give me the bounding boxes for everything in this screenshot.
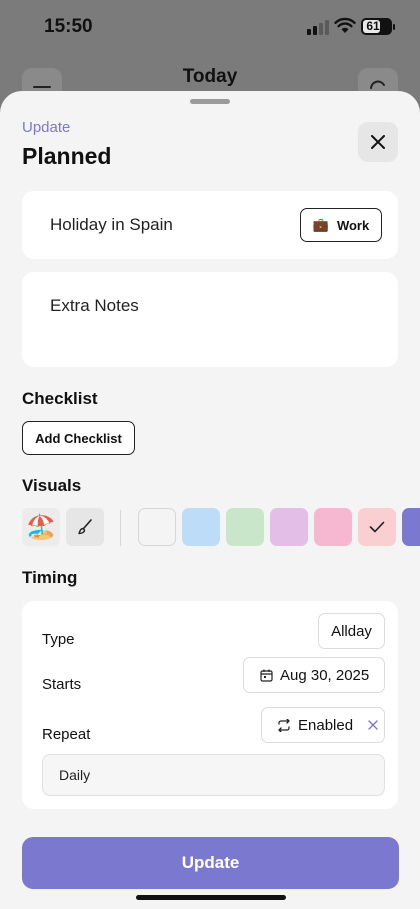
notes-card[interactable]: Extra Notes — [22, 272, 398, 367]
type-selector[interactable]: Allday — [318, 613, 385, 649]
cellular-signal-icon — [307, 19, 329, 35]
checkmark-icon — [369, 521, 385, 533]
emoji-picker-button[interactable]: 🏖️ — [22, 508, 60, 546]
notes-field[interactable]: Extra Notes — [50, 296, 139, 316]
update-sheet: Update Planned Holiday in Spain 💼 Work E… — [0, 91, 420, 909]
color-swatch[interactable] — [402, 508, 420, 546]
repeat-frequency-selector[interactable]: Daily — [42, 754, 385, 796]
color-swatch[interactable] — [314, 508, 352, 546]
battery-icon: 61 — [361, 18, 395, 35]
home-indicator — [136, 895, 286, 900]
category-tag-label: Work — [336, 217, 370, 233]
repeat-frequency-value: Daily — [59, 767, 91, 783]
sheet-kicker: Update — [22, 119, 71, 136]
color-swatch[interactable] — [226, 508, 264, 546]
visuals-row: 🏖️ — [22, 508, 420, 548]
sheet-grabber[interactable] — [190, 99, 230, 104]
checklist-heading: Checklist — [22, 389, 98, 408]
add-checklist-button[interactable]: Add Checklist — [22, 421, 135, 455]
color-swatch[interactable] — [182, 508, 220, 546]
visuals-divider — [120, 510, 121, 546]
repeat-icon — [278, 718, 290, 732]
timing-card: Type Allday Starts Aug 30, 2025 Repeat E… — [22, 601, 398, 809]
color-swatch[interactable] — [358, 508, 396, 546]
color-swatch[interactable] — [270, 508, 308, 546]
clock: 15:50 — [44, 16, 93, 37]
remove-repeat-icon[interactable] — [367, 719, 379, 731]
close-icon — [371, 135, 385, 149]
close-button[interactable] — [358, 122, 398, 162]
wifi-icon — [334, 17, 356, 33]
color-swatch[interactable] — [138, 508, 176, 546]
repeat-label: Repeat — [42, 726, 91, 743]
battery-level: 61 — [366, 19, 380, 33]
timing-heading: Timing — [22, 568, 78, 587]
briefcase-icon: 💼 — [312, 217, 329, 232]
task-name-field[interactable]: Holiday in Spain — [50, 215, 173, 235]
type-value: Allday — [331, 622, 372, 640]
brush-icon — [78, 519, 92, 535]
repeat-value: Enabled — [298, 716, 354, 734]
update-button[interactable]: Update — [22, 837, 399, 889]
type-label: Type — [42, 631, 75, 648]
beach-umbrella-icon: 🏖️ — [26, 513, 56, 541]
category-tag-button[interactable]: 💼 Work — [300, 208, 382, 242]
start-date-value: Aug 30, 2025 — [280, 666, 370, 684]
task-name-card[interactable]: Holiday in Spain 💼 Work — [22, 191, 398, 259]
status-bar: 15:50 61 — [0, 0, 420, 56]
starts-label: Starts — [42, 676, 82, 693]
repeat-toggle[interactable]: Enabled — [261, 707, 385, 743]
brush-button[interactable] — [66, 508, 104, 546]
start-date-picker[interactable]: Aug 30, 2025 — [243, 657, 385, 693]
background-title: Today — [182, 66, 238, 87]
calendar-icon — [260, 669, 273, 682]
visuals-heading: Visuals — [22, 476, 82, 495]
sheet-title: Planned — [22, 143, 112, 169]
